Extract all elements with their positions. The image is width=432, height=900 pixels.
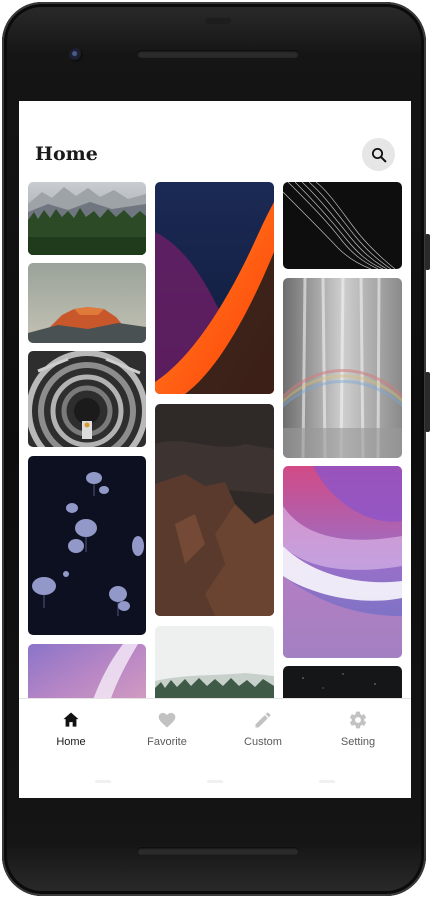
wallpaper-mountain-forest [28, 182, 146, 255]
wallpaper-tile[interactable] [28, 456, 146, 635]
nav-divider [95, 780, 111, 783]
wallpaper-dark-wave-lines [283, 182, 402, 269]
nav-divider [319, 780, 335, 783]
wallpaper-tile[interactable] [283, 466, 402, 658]
nav-label-home: Home [56, 736, 86, 748]
page-title: Home [35, 143, 98, 165]
nav-item-custom[interactable]: Custom [223, 709, 303, 748]
power-button [425, 372, 430, 432]
home-icon [60, 709, 82, 731]
wallpaper-tile[interactable] [28, 351, 146, 447]
app-screen: Home Home Favorite Custom Setting [19, 101, 411, 798]
wallpaper-spiral-maze [28, 351, 146, 447]
volume-button [425, 234, 430, 270]
wallpaper-pink-purple-waves [283, 466, 402, 658]
front-camera-icon [69, 48, 83, 62]
heart-icon [156, 709, 178, 731]
wallpaper-waterfall-rainbow [283, 278, 402, 458]
nav-label-custom: Custom [244, 736, 282, 748]
nav-item-setting[interactable]: Setting [318, 709, 398, 748]
wallpaper-half-dome-sunset [28, 263, 146, 343]
earpiece-sensor [205, 18, 231, 24]
wallpaper-tile[interactable] [155, 182, 274, 394]
search-button[interactable] [362, 138, 395, 171]
top-speaker [137, 50, 299, 58]
wallpaper-tile[interactable] [28, 182, 146, 255]
bottom-navigation: Home Favorite Custom Setting [19, 698, 411, 798]
wallpaper-tile[interactable] [283, 278, 402, 458]
nav-divider [207, 780, 223, 783]
wallpaper-tile[interactable] [283, 182, 402, 269]
wallpaper-canyon-rocks [155, 404, 274, 616]
nav-label-setting: Setting [340, 736, 376, 748]
nav-item-favorite[interactable]: Favorite [127, 709, 207, 748]
wallpaper-tile[interactable] [28, 263, 146, 343]
gear-icon [347, 709, 369, 731]
wallpaper-orange-abstract-curve [155, 182, 274, 394]
nav-item-home[interactable]: Home [31, 709, 111, 748]
search-icon [371, 147, 386, 162]
wallpaper-jellyfish [28, 456, 146, 635]
nav-label-favorite: Favorite [147, 736, 187, 748]
wallpaper-tile[interactable] [155, 404, 274, 616]
pencil-icon [252, 709, 274, 731]
bottom-speaker [137, 847, 299, 855]
